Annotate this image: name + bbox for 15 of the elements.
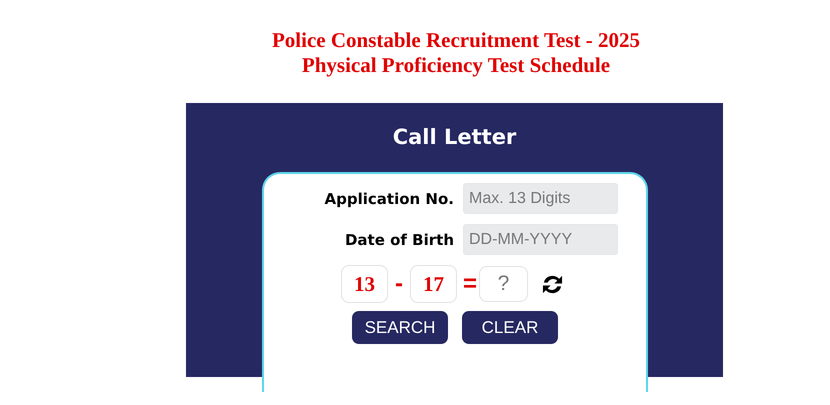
input-field[interactable]: DD-MM-YYYY	[463, 224, 618, 255]
input-field[interactable]: Max. 13 Digits	[463, 183, 618, 214]
equals-sign: =	[463, 270, 478, 298]
page-title: Police Constable Recruitment Test - 2025	[272, 28, 640, 53]
panel-title: Call Letter	[392, 125, 516, 149]
clear-button[interactable]: CLEAR	[462, 311, 558, 344]
page-subtitle: Physical Proficiency Test Schedule	[302, 53, 610, 78]
field-label: Application No.	[324, 190, 454, 208]
captcha-number: 17	[410, 265, 457, 303]
captcha-number: 13	[341, 265, 388, 303]
refresh-icon[interactable]	[541, 274, 564, 294]
captcha-operator: -	[395, 270, 403, 298]
search-button[interactable]: SEARCH	[352, 311, 448, 344]
captcha-answer-field[interactable]: ?	[479, 266, 528, 302]
field-label: Date of Birth	[344, 230, 454, 248]
